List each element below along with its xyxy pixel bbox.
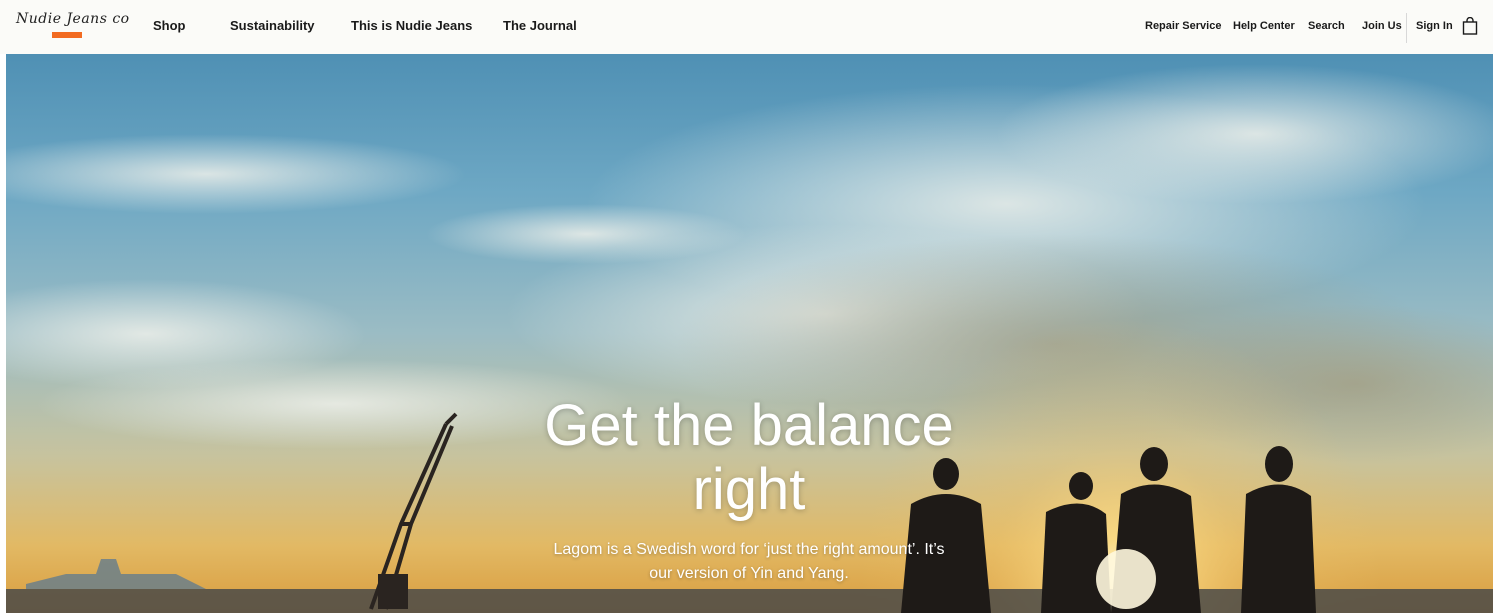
join-us-link[interactable]: Join Us (1362, 20, 1402, 32)
nav-shop[interactable]: Shop (153, 18, 186, 33)
shopping-bag-icon[interactable] (1462, 16, 1478, 35)
hero-title: Get the balance right (544, 393, 954, 522)
nav-the-journal[interactable]: The Journal (503, 18, 577, 33)
hero-banner: Get the balance right Lagom is a Swedish… (6, 54, 1493, 613)
hero-subtitle: Lagom is a Swedish word for ‘just the ri… (553, 541, 945, 582)
help-center-link[interactable]: Help Center (1233, 20, 1295, 32)
nav-this-is-nudie-jeans[interactable]: This is Nudie Jeans (351, 18, 472, 33)
repair-service-link[interactable]: Repair Service (1145, 20, 1221, 32)
search-link[interactable]: Search (1308, 20, 1345, 32)
sign-in-link[interactable]: Sign In (1416, 20, 1453, 32)
site-header: Nudie Jeans co Shop Sustainability This … (0, 0, 1493, 54)
brand-logo[interactable]: Nudie Jeans co (14, 9, 129, 43)
logo-accent-bar (52, 32, 82, 38)
nav-sustainability[interactable]: Sustainability (230, 18, 315, 33)
hero-background-image (6, 54, 1493, 613)
utility-divider (1406, 13, 1407, 43)
logo-wordmark: Nudie Jeans co (16, 11, 130, 27)
